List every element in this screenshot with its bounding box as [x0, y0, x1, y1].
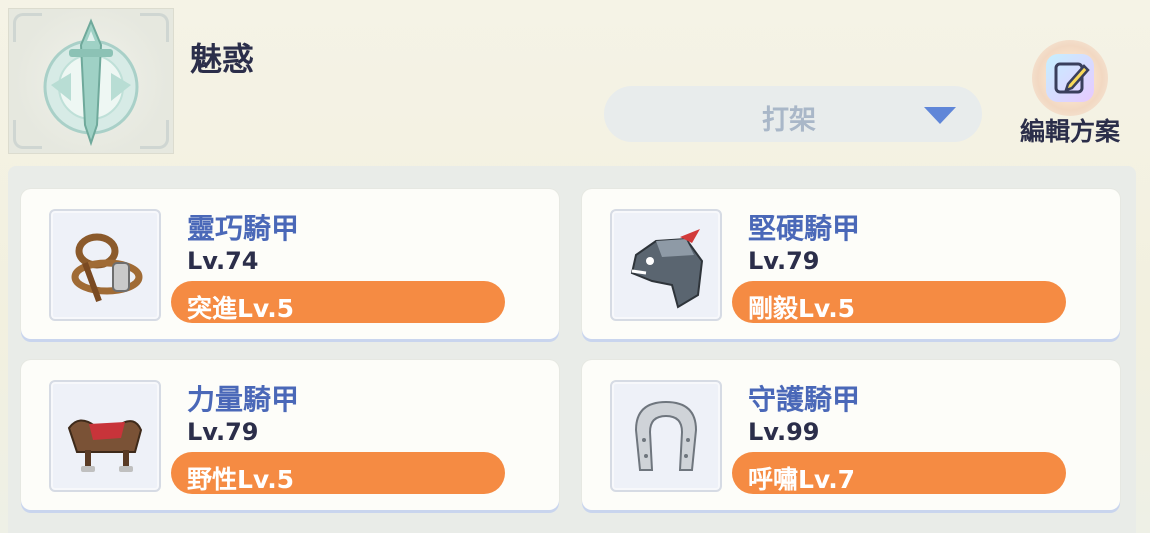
armor-name: 堅硬騎甲: [748, 212, 861, 245]
horseshoe-icon: [634, 400, 698, 471]
armor-card-guard[interactable]: 守護騎甲 Lv.99 呼嘯Lv.7: [582, 360, 1120, 510]
armor-name: 靈巧騎甲: [187, 212, 300, 245]
armor-level: Lv.74: [187, 247, 259, 275]
armor-name: 守護騎甲: [748, 383, 861, 416]
bridle-icon: [71, 233, 143, 303]
armor-icon-frame: [610, 380, 722, 492]
armor-icon-frame: [49, 209, 161, 321]
armor-level: Lv.79: [748, 247, 820, 275]
armor-level: Lv.99: [748, 418, 820, 446]
armor-card-power[interactable]: 力量騎甲 Lv.79 野性Lv.5: [21, 360, 559, 510]
skill-label: 野性Lv.5: [187, 465, 295, 494]
edit-preset-button[interactable]: 編輯方案: [1004, 38, 1144, 148]
class-emblem: [8, 8, 174, 154]
skill-label: 呼嘯Lv.7: [748, 465, 856, 494]
preset-dropdown[interactable]: 打架: [604, 86, 982, 142]
skill-badge: 突進Lv.5: [171, 281, 505, 323]
skill-badge: 呼嘯Lv.7: [732, 452, 1066, 494]
armor-card-hard[interactable]: 堅硬騎甲 Lv.79 剛毅Lv.5: [582, 189, 1120, 339]
skill-label: 剛毅Lv.5: [748, 294, 856, 323]
saddle-icon: [67, 419, 143, 472]
sword-crest-icon: [43, 18, 139, 147]
horse-helmet-icon: [630, 229, 704, 309]
skill-badge: 剛毅Lv.5: [732, 281, 1066, 323]
skill-label: 突進Lv.5: [187, 294, 295, 323]
chevron-down-icon: [924, 107, 956, 124]
armor-icon-frame: [610, 209, 722, 321]
armor-icon-frame: [49, 380, 161, 492]
armor-level: Lv.79: [187, 418, 259, 446]
armor-name: 力量騎甲: [187, 383, 300, 416]
armor-card-agile[interactable]: 靈巧騎甲 Lv.74 突進Lv.5: [21, 189, 559, 339]
edit-pencil-icon: [1054, 62, 1090, 94]
preset-selected-value: 打架: [762, 105, 816, 136]
skill-badge: 野性Lv.5: [171, 452, 505, 494]
page-title: 魅惑: [190, 40, 255, 78]
edit-preset-label: 編輯方案: [1019, 117, 1120, 146]
